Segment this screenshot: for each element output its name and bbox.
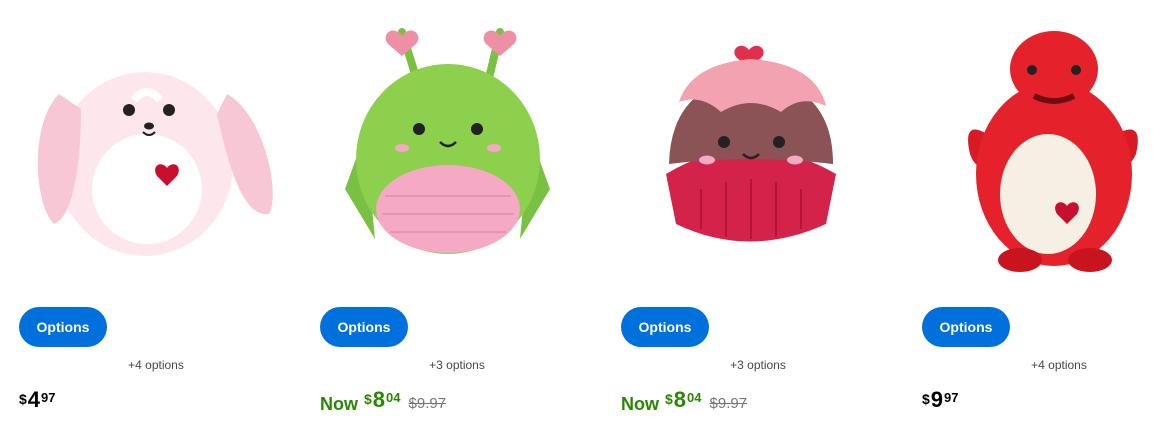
product-image[interactable] (19, 14, 289, 279)
currency-symbol: $ (19, 391, 27, 407)
more-options-count: +4 options (128, 358, 184, 372)
more-options-count: +3 options (429, 358, 485, 372)
price-dollars: 8 (372, 387, 386, 412)
product-card: Options +3 options Now $ 8 04 $9.97 (320, 0, 600, 424)
more-options-count: +3 options (730, 358, 786, 372)
price-cents: 04 (687, 390, 702, 405)
product-card: Options +4 options $ 4 97 (19, 0, 299, 424)
product-image[interactable] (922, 14, 1153, 279)
options-button[interactable]: Options (922, 307, 1010, 347)
product-image[interactable] (621, 14, 891, 279)
options-button[interactable]: Options (320, 307, 408, 347)
price-dollars: 8 (673, 387, 687, 412)
was-price: $9.97 (408, 395, 447, 412)
more-options-count: +4 options (1031, 358, 1087, 372)
price-cents: 04 (386, 390, 401, 405)
currency-symbol: $ (922, 391, 930, 407)
currency-symbol: $ (665, 391, 673, 407)
product-price: Now $ 8 04 $9.97 (320, 387, 447, 415)
product-price: $ 4 97 (19, 388, 56, 414)
product-card: Options +3 options Now $ 8 04 $9.97 (621, 0, 901, 424)
now-label: Now (320, 394, 358, 414)
price-dollars: 4 (27, 387, 41, 412)
was-price: $9.97 (709, 395, 748, 412)
product-price: Now $ 8 04 $9.97 (621, 387, 748, 415)
price-cents: 97 (41, 390, 56, 405)
product-card: Options +4 options $ 9 97 (922, 0, 1153, 424)
currency-symbol: $ (364, 391, 372, 407)
options-button[interactable]: Options (621, 307, 709, 347)
product-price: $ 9 97 (922, 388, 959, 414)
now-label: Now (621, 394, 659, 414)
product-image[interactable] (320, 14, 590, 279)
options-button[interactable]: Options (19, 307, 107, 347)
price-dollars: 9 (930, 387, 944, 412)
price-cents: 97 (944, 390, 959, 405)
